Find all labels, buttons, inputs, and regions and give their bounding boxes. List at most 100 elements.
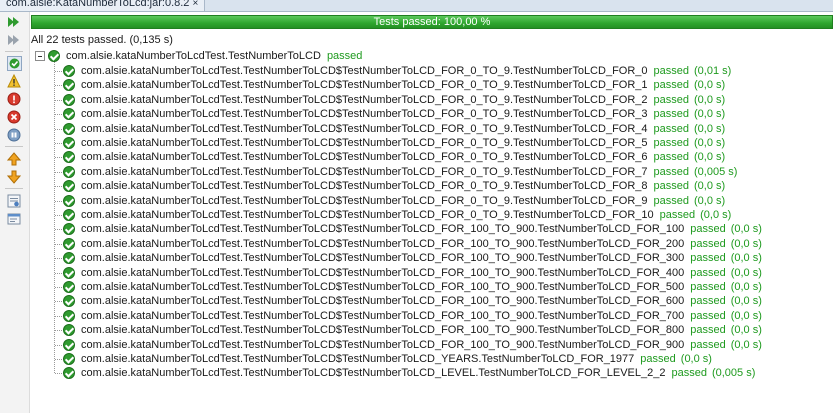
tree-connector-branch bbox=[55, 272, 62, 274]
test-row[interactable]: com.alsie.kataNumberToLcdTest.TestNumber… bbox=[81, 309, 762, 323]
passed-icon bbox=[63, 65, 75, 77]
test-row[interactable]: com.alsie.kataNumberToLcdTest.TestNumber… bbox=[81, 93, 725, 107]
tab-bar: com.alsie:KataNumberToLcd:jar:0.8.2 × bbox=[0, 0, 833, 12]
test-name: com.alsie.kataNumberToLcdTest.TestNumber… bbox=[81, 108, 648, 121]
test-status: passed bbox=[653, 122, 690, 135]
test-status: passed bbox=[653, 65, 690, 77]
test-name: com.alsie.kataNumberToLcdTest.TestNumber… bbox=[81, 223, 685, 236]
test-time: (0,0 s) bbox=[730, 295, 762, 308]
passed-icon bbox=[63, 266, 75, 279]
tree-connector-branch bbox=[55, 315, 62, 317]
test-row[interactable]: com.alsie.kataNumberToLcdTest.TestNumber… bbox=[81, 194, 725, 208]
suite-row[interactable]: com.alsie.kataNumberToLcdTest.TestNumber… bbox=[66, 49, 362, 63]
test-name: com.alsie.kataNumberToLcdTest.TestNumber… bbox=[81, 309, 685, 322]
test-time: (0,0 s) bbox=[730, 252, 762, 265]
passed-icon bbox=[63, 324, 75, 337]
test-row[interactable]: com.alsie.kataNumberToLcdTest.TestNumber… bbox=[81, 366, 755, 380]
test-name: com.alsie.kataNumberToLcdTest.TestNumber… bbox=[81, 209, 654, 221]
test-row[interactable]: com.alsie.kataNumberToLcdTest.TestNumber… bbox=[81, 208, 731, 222]
test-row[interactable]: com.alsie.kataNumberToLcdTest.TestNumber… bbox=[81, 237, 762, 251]
previous-failure-icon[interactable] bbox=[6, 151, 22, 167]
test-row[interactable]: com.alsie.kataNumberToLcdTest.TestNumber… bbox=[81, 323, 762, 337]
test-row[interactable]: com.alsie.kataNumberToLcdTest.TestNumber… bbox=[81, 222, 762, 236]
test-status: passed bbox=[653, 93, 690, 106]
test-time: (0,0 s) bbox=[694, 194, 726, 207]
test-runner-toolbar bbox=[0, 12, 30, 413]
test-name: com.alsie.kataNumberToLcdTest.TestNumber… bbox=[81, 180, 648, 193]
rerun-failed-icon[interactable] bbox=[6, 32, 22, 48]
test-status: passed bbox=[690, 252, 726, 265]
test-name: com.alsie.kataNumberToLcdTest.TestNumber… bbox=[81, 165, 648, 178]
tree-connector-branch bbox=[55, 171, 62, 173]
test-row[interactable]: com.alsie.kataNumberToLcdTest.TestNumber… bbox=[81, 266, 762, 280]
tree-connector-branch bbox=[55, 330, 62, 332]
test-row[interactable]: com.alsie.kataNumberToLcdTest.TestNumber… bbox=[81, 122, 725, 136]
tree-connector-branch bbox=[55, 373, 62, 375]
tab-test-results[interactable]: com.alsie:KataNumberToLcd:jar:0.8.2 × bbox=[0, 0, 206, 11]
test-row[interactable]: com.alsie.kataNumberToLcdTest.TestNumber… bbox=[81, 294, 762, 308]
show-warnings-icon[interactable] bbox=[6, 73, 22, 89]
test-time: (0,0 s) bbox=[694, 122, 726, 135]
test-status: passed bbox=[690, 324, 726, 337]
test-row[interactable]: com.alsie.kataNumberToLcdTest.TestNumber… bbox=[81, 78, 725, 92]
next-failure-icon[interactable] bbox=[6, 169, 22, 185]
test-row[interactable]: com.alsie.kataNumberToLcdTest.TestNumber… bbox=[81, 280, 762, 294]
test-time: (0,0 s) bbox=[730, 309, 762, 322]
test-status: passed bbox=[690, 223, 726, 236]
tree-connector-branch bbox=[55, 128, 62, 130]
toolbar-separator bbox=[5, 146, 23, 147]
show-output-icon[interactable] bbox=[6, 193, 22, 209]
collapse-icon[interactable] bbox=[35, 51, 45, 61]
test-time: (0,0 s) bbox=[694, 79, 726, 92]
test-time: (0,0 s) bbox=[694, 151, 726, 164]
test-status: passed bbox=[653, 137, 690, 149]
passed-icon bbox=[63, 122, 75, 135]
show-failures-icon[interactable] bbox=[6, 91, 22, 107]
test-row[interactable]: com.alsie.kataNumberToLcdTest.TestNumber… bbox=[81, 136, 725, 150]
test-status: passed bbox=[690, 266, 726, 279]
test-row[interactable]: com.alsie.kataNumberToLcdTest.TestNumber… bbox=[81, 107, 725, 121]
test-status: passed bbox=[690, 309, 726, 322]
show-errors-icon[interactable] bbox=[6, 109, 22, 125]
passed-icon bbox=[48, 50, 60, 62]
test-status: passed bbox=[653, 151, 690, 164]
show-passed-icon[interactable] bbox=[6, 55, 22, 71]
test-status: passed bbox=[690, 338, 726, 351]
passed-icon bbox=[63, 295, 75, 308]
tree-connector-branch bbox=[55, 85, 62, 87]
close-icon[interactable]: × bbox=[192, 0, 198, 9]
test-name: com.alsie.kataNumberToLcdTest.TestNumber… bbox=[81, 65, 648, 77]
test-time: (0,0 s) bbox=[730, 338, 762, 351]
test-name: com.alsie.kataNumberToLcdTest.TestNumber… bbox=[81, 79, 648, 92]
passed-icon bbox=[63, 194, 75, 207]
rerun-icon[interactable] bbox=[6, 14, 22, 30]
test-row[interactable]: com.alsie.kataNumberToLcdTest.TestNumber… bbox=[81, 251, 762, 265]
passed-icon bbox=[63, 165, 75, 178]
show-aborted-icon[interactable] bbox=[6, 127, 22, 143]
test-row[interactable]: com.alsie.kataNumberToLcdTest.TestNumber… bbox=[81, 165, 737, 179]
passed-icon bbox=[63, 137, 75, 149]
show-statistics-icon[interactable] bbox=[6, 211, 22, 227]
test-time: (0,0 s) bbox=[694, 137, 726, 149]
test-row[interactable]: com.alsie.kataNumberToLcdTest.TestNumber… bbox=[81, 150, 725, 164]
toolbar-separator bbox=[5, 51, 23, 52]
passed-icon bbox=[63, 338, 75, 351]
tree-connector-branch bbox=[55, 200, 62, 202]
test-row[interactable]: com.alsie.kataNumberToLcdTest.TestNumber… bbox=[81, 64, 731, 78]
tree-connector-branch bbox=[55, 229, 62, 231]
test-time: (0,0 s) bbox=[730, 281, 762, 293]
test-status: passed bbox=[653, 165, 690, 178]
test-time: (0,005 s) bbox=[694, 165, 738, 178]
test-time: (0,0 s) bbox=[730, 223, 762, 236]
test-row[interactable]: com.alsie.kataNumberToLcdTest.TestNumber… bbox=[81, 338, 762, 352]
passed-icon bbox=[63, 353, 75, 365]
test-name: com.alsie.kataNumberToLcdTest.TestNumber… bbox=[81, 367, 666, 380]
test-row[interactable]: com.alsie.kataNumberToLcdTest.TestNumber… bbox=[81, 179, 725, 193]
test-time: (0,0 s) bbox=[694, 108, 726, 121]
passed-icon bbox=[63, 209, 75, 221]
test-time: (0,0 s) bbox=[680, 353, 712, 365]
tree-connector-branch bbox=[55, 287, 62, 288]
passed-icon bbox=[63, 367, 75, 380]
test-row[interactable]: com.alsie.kataNumberToLcdTest.TestNumber… bbox=[81, 352, 712, 366]
test-name: com.alsie.kataNumberToLcdTest.TestNumber… bbox=[81, 151, 648, 164]
